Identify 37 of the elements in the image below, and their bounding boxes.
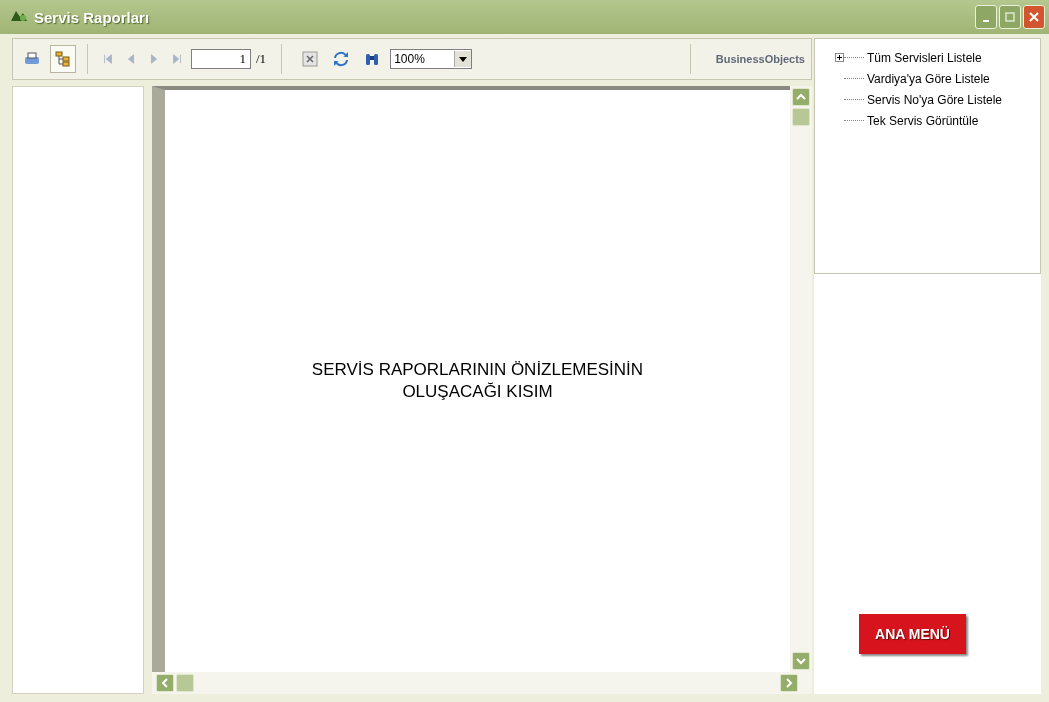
- arrow-icon: [148, 53, 160, 65]
- minimize-button[interactable]: [975, 5, 997, 29]
- scroll-thumb[interactable]: [792, 108, 810, 126]
- refresh-icon: [333, 51, 350, 67]
- maximize-icon: [1004, 11, 1016, 23]
- scroll-left-icon: [160, 678, 170, 688]
- arrow-icon: [102, 53, 114, 65]
- scroll-thumb[interactable]: [176, 674, 194, 692]
- zoom-dropdown[interactable]: 100%: [390, 49, 473, 69]
- scroll-right-icon: [784, 678, 794, 688]
- scroll-down-icon: [796, 656, 806, 666]
- horizontal-scrollbar[interactable]: [152, 672, 812, 694]
- stop-icon: [302, 51, 319, 67]
- close-icon: [1028, 11, 1040, 23]
- logo: BusinessObjects: [715, 53, 805, 65]
- arrow-icon: [125, 53, 137, 65]
- page-number-field[interactable]: 1: [191, 49, 251, 69]
- main-menu-button[interactable]: ANA MENÜ: [859, 614, 966, 654]
- tree-item[interactable]: Tüm Servisleri Listele: [867, 50, 982, 65]
- printer-icon: [23, 51, 41, 67]
- tree-icon: [55, 51, 71, 67]
- expander-icon[interactable]: [835, 53, 844, 62]
- caret-icon: [459, 56, 468, 62]
- window-title: Servis Raporları: [34, 8, 150, 26]
- tree-item[interactable]: Servis No'ya Göre Listele: [867, 92, 1002, 107]
- page-total: /1: [256, 51, 267, 67]
- vertical-scrollbar[interactable]: [790, 86, 812, 672]
- tree-item[interactable]: Tek Servis Görüntüle: [867, 113, 979, 128]
- binoculars-icon: [364, 51, 381, 67]
- scroll-up-icon: [796, 92, 806, 102]
- preview-text: SERVİS RAPORLARININ ÖNİZLEMESİNİN OLUŞACAĞI KISIM: [310, 359, 645, 403]
- tree-item[interactable]: Vardiya'ya Göre Listele: [867, 71, 990, 86]
- arrow-icon: [171, 53, 183, 65]
- minimize-icon: [983, 20, 989, 22]
- maximize-button[interactable]: [999, 5, 1021, 29]
- group-tree-button[interactable]: [50, 45, 76, 73]
- close-button[interactable]: [1023, 5, 1045, 29]
